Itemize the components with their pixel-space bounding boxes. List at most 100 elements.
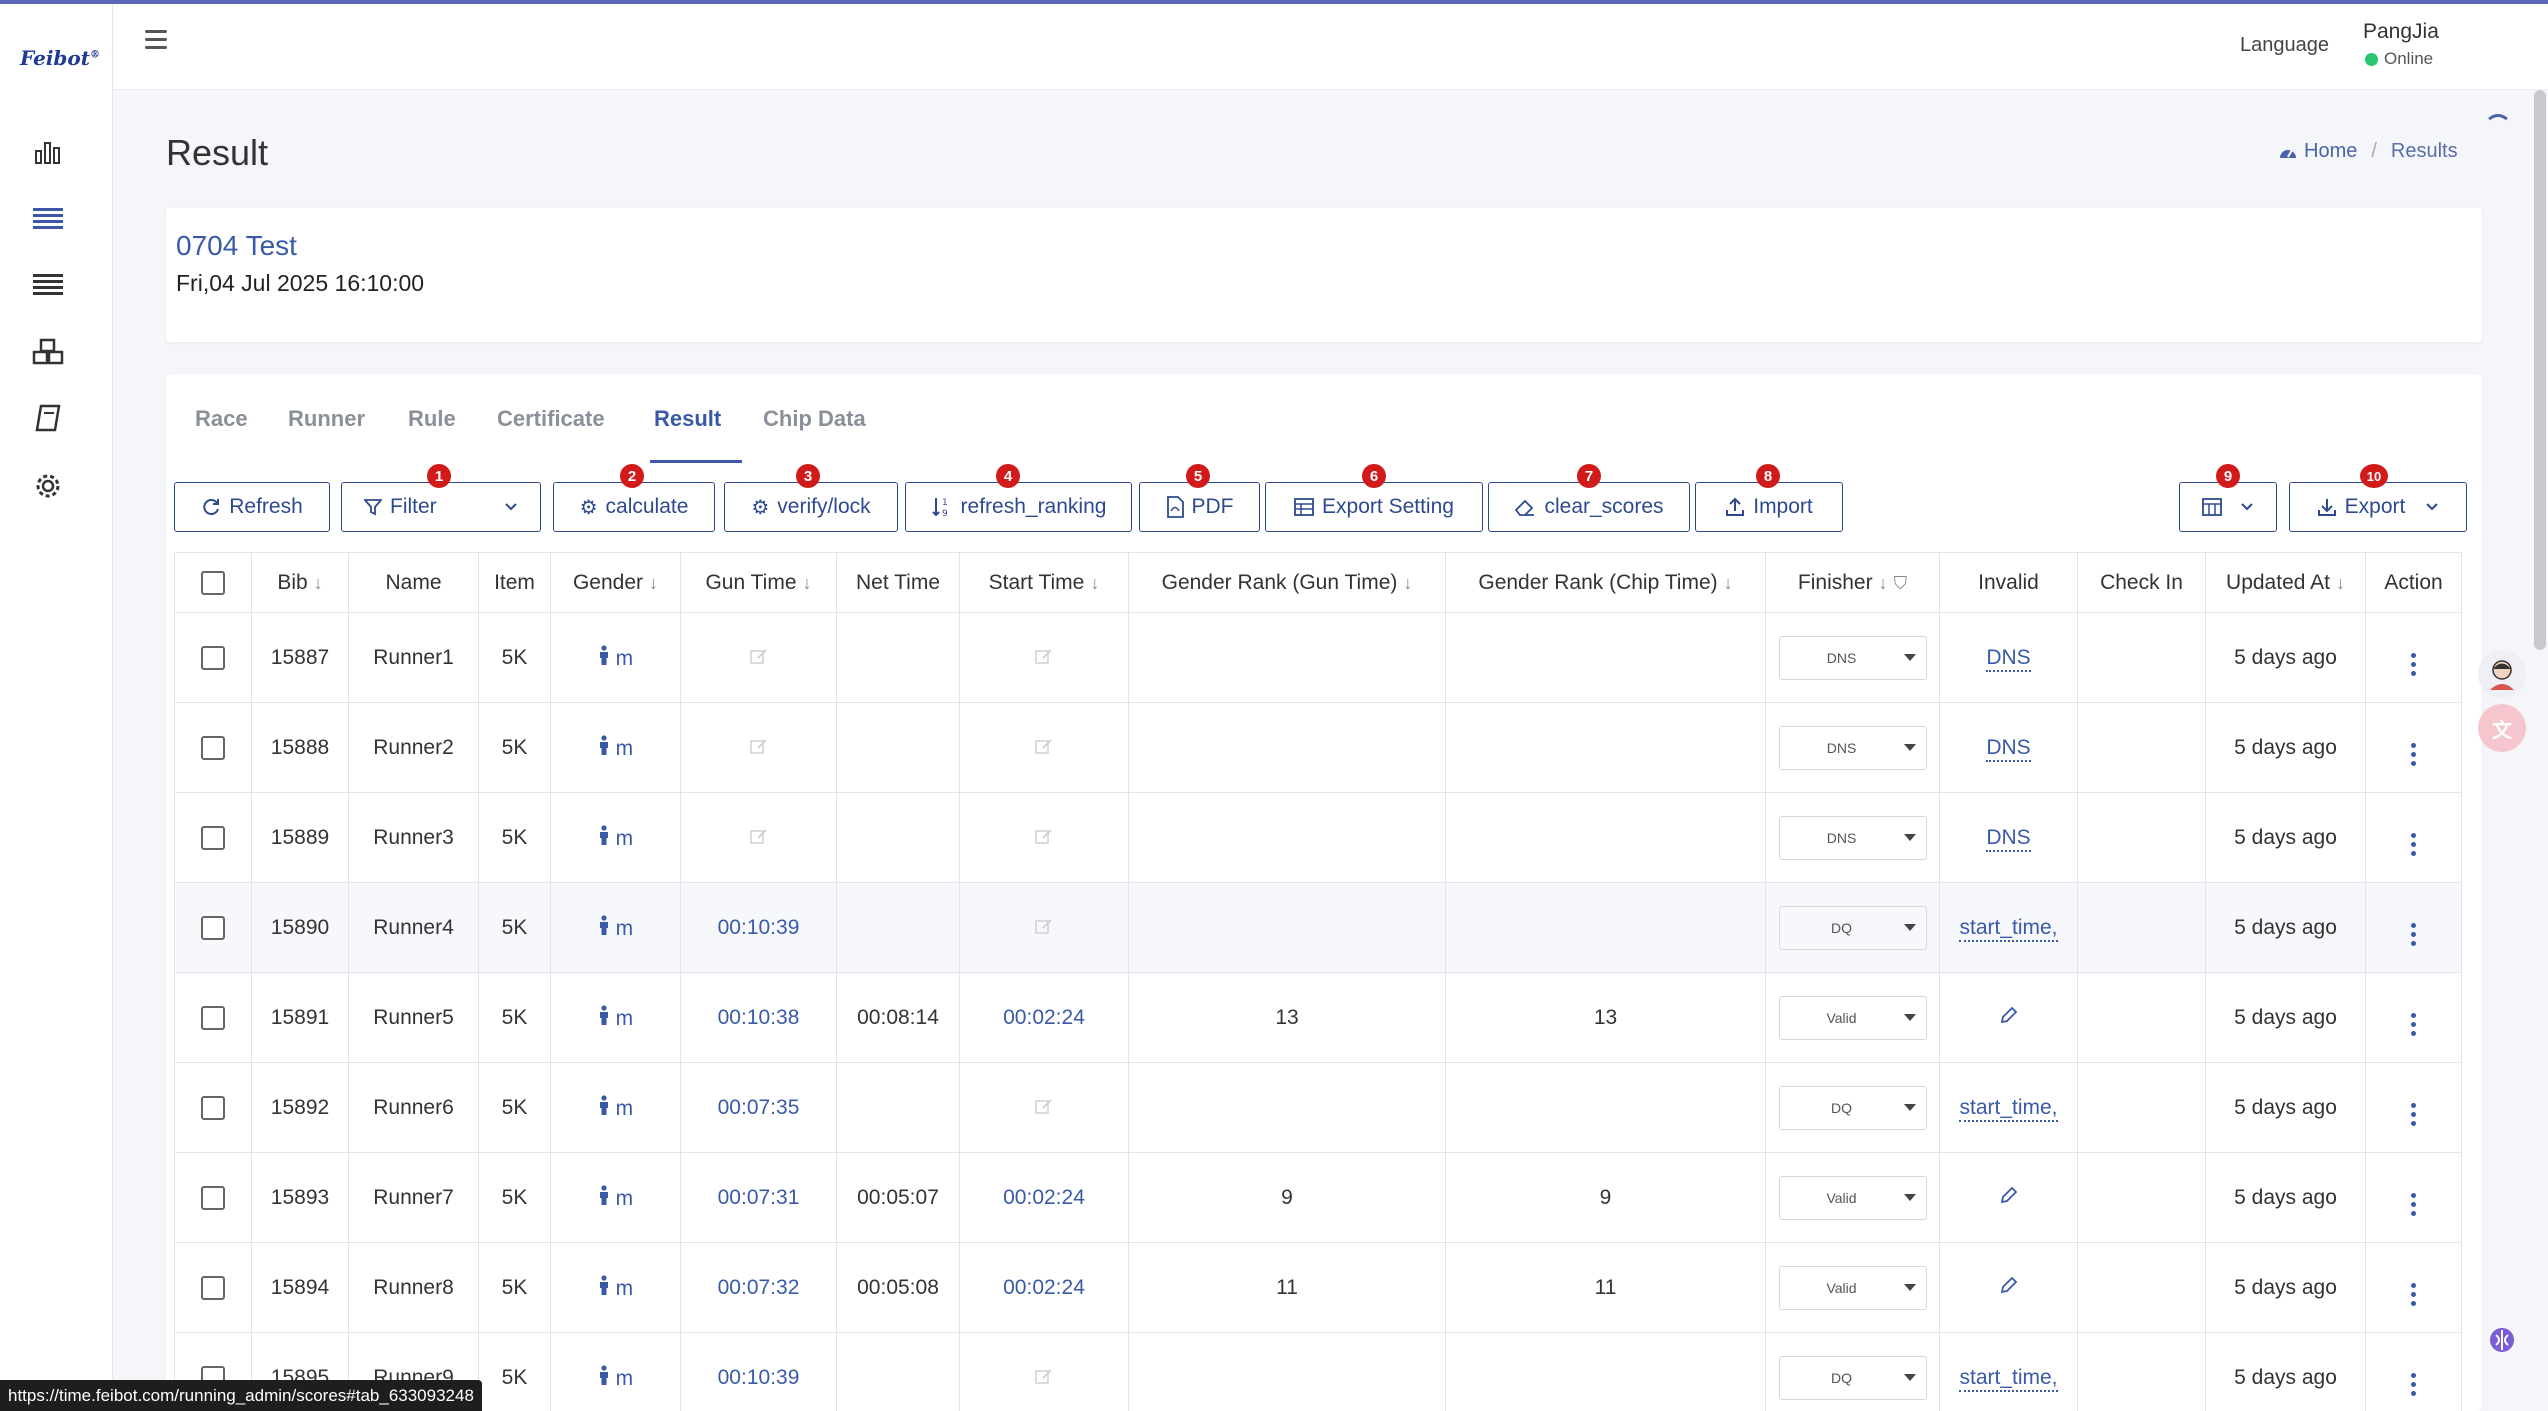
language-menu[interactable]: Language xyxy=(2240,34,2329,57)
row-checkbox[interactable] xyxy=(174,792,252,883)
columns-toggle-button[interactable] xyxy=(2179,482,2277,532)
invalid-link[interactable]: DNS xyxy=(1986,645,2031,672)
edit-icon[interactable] xyxy=(1035,1096,1053,1119)
col-gender-rank-gun[interactable]: Gender Rank (Gun Time) ↓ xyxy=(1128,552,1446,613)
filter-button[interactable]: Filter xyxy=(341,482,541,532)
clear-scores-button[interactable]: clear_scores xyxy=(1488,482,1690,532)
finisher-select[interactable]: Valid xyxy=(1778,1265,1927,1310)
start-time-link[interactable]: 00:02:24 xyxy=(1003,1186,1085,1209)
start-time-link[interactable]: 00:02:24 xyxy=(1003,1276,1085,1299)
edit-icon[interactable] xyxy=(1035,646,1053,669)
page-scrollbar[interactable] xyxy=(2534,90,2546,650)
col-invalid: Invalid xyxy=(1939,552,2078,613)
sidebar-list-icon[interactable] xyxy=(30,200,66,236)
refresh-ranking-button[interactable]: 19 refresh_ranking xyxy=(905,482,1132,532)
event-name[interactable]: 0704 Test xyxy=(176,230,297,262)
finisher-select[interactable]: DQ xyxy=(1778,905,1927,950)
pencil-icon[interactable] xyxy=(1999,1186,2019,1210)
edit-icon[interactable] xyxy=(1035,736,1053,759)
breadcrumb-home[interactable]: Home xyxy=(2278,140,2357,163)
edit-icon[interactable] xyxy=(749,826,768,849)
edit-icon[interactable] xyxy=(1035,1366,1053,1389)
gun-time-link[interactable]: 00:07:31 xyxy=(718,1186,800,1209)
pencil-icon[interactable] xyxy=(1999,1006,2019,1030)
finisher-select[interactable]: Valid xyxy=(1778,995,1927,1040)
select-all-checkbox[interactable] xyxy=(174,552,252,613)
gun-time-link[interactable]: 00:07:32 xyxy=(718,1276,800,1299)
edit-icon[interactable] xyxy=(1035,826,1053,849)
calculate-button[interactable]: ⚙ calculate xyxy=(553,482,715,532)
translate-icon[interactable]: 文 xyxy=(2478,704,2526,752)
col-start-time[interactable]: Start Time ↓ xyxy=(959,552,1129,613)
invalid-link[interactable]: start_time, xyxy=(1959,1365,2058,1392)
more-actions-icon[interactable] xyxy=(2411,1372,2416,1396)
action-cell xyxy=(2365,702,2462,793)
sidebar-chart-icon[interactable] xyxy=(30,134,66,170)
gun-time-link[interactable]: 00:10:39 xyxy=(718,1366,800,1389)
finisher-select[interactable]: DNS xyxy=(1778,725,1927,770)
invalid-link[interactable]: DNS xyxy=(1986,735,2031,762)
table-row: 15888 Runner2 5K m DNS DNS 5 days ago xyxy=(174,702,2462,793)
more-actions-icon[interactable] xyxy=(2411,742,2416,766)
finisher-select[interactable]: DQ xyxy=(1778,1355,1927,1400)
user-name[interactable]: PangJia xyxy=(2363,20,2439,44)
row-checkbox[interactable] xyxy=(174,702,252,793)
gender-rank-gun-cell xyxy=(1128,1062,1446,1153)
col-bib[interactable]: Bib ↓ xyxy=(251,552,349,613)
tab-certificate[interactable]: Certificate xyxy=(497,406,605,432)
sidebar-book-icon[interactable] xyxy=(30,400,66,436)
export-setting-button[interactable]: Export Setting xyxy=(1265,482,1483,532)
finisher-select[interactable]: DQ xyxy=(1778,1085,1927,1130)
col-gender-rank-chip[interactable]: Gender Rank (Chip Time) ↓ xyxy=(1445,552,1766,613)
row-checkbox[interactable] xyxy=(174,882,252,973)
edit-icon[interactable] xyxy=(749,736,768,759)
assistant-avatar-icon[interactable] xyxy=(2478,650,2526,698)
sidebar-table-icon[interactable] xyxy=(30,266,66,302)
gun-time-link[interactable]: 00:07:35 xyxy=(718,1096,800,1119)
col-updated-at[interactable]: Updated At ↓ xyxy=(2205,552,2366,613)
more-actions-icon[interactable] xyxy=(2411,1282,2416,1306)
finisher-select[interactable]: DNS xyxy=(1778,815,1927,860)
finisher-select[interactable]: DNS xyxy=(1778,635,1927,680)
invalid-link[interactable]: start_time, xyxy=(1959,1095,2058,1122)
pdf-button[interactable]: PDF xyxy=(1139,482,1260,532)
col-gender[interactable]: Gender ↓ xyxy=(550,552,681,613)
tab-race[interactable]: Race xyxy=(195,406,248,432)
finisher-select[interactable]: Valid xyxy=(1778,1175,1927,1220)
row-checkbox[interactable] xyxy=(174,1152,252,1243)
row-checkbox[interactable] xyxy=(174,1062,252,1153)
tab-runner[interactable]: Runner xyxy=(288,406,365,432)
start-time-link[interactable]: 00:02:24 xyxy=(1003,1006,1085,1029)
more-actions-icon[interactable] xyxy=(2411,1012,2416,1036)
invalid-link[interactable]: DNS xyxy=(1986,825,2031,852)
edit-icon[interactable] xyxy=(749,646,768,669)
col-gun-time[interactable]: Gun Time ↓ xyxy=(680,552,837,613)
more-actions-icon[interactable] xyxy=(2411,652,2416,676)
more-actions-icon[interactable] xyxy=(2411,1192,2416,1216)
import-button[interactable]: Import xyxy=(1695,482,1843,532)
ai-brain-icon[interactable] xyxy=(2478,1316,2526,1364)
row-checkbox[interactable] xyxy=(174,1242,252,1333)
tab-chip-data[interactable]: Chip Data xyxy=(763,406,866,432)
pencil-icon[interactable] xyxy=(1999,1276,2019,1300)
row-checkbox[interactable] xyxy=(174,612,252,703)
invalid-link[interactable]: start_time, xyxy=(1959,915,2058,942)
more-actions-icon[interactable] xyxy=(2411,922,2416,946)
row-checkbox[interactable] xyxy=(174,972,252,1063)
edit-icon[interactable] xyxy=(1035,916,1053,939)
menu-toggle-icon[interactable] xyxy=(145,30,167,50)
more-actions-icon[interactable] xyxy=(2411,832,2416,856)
export-button[interactable]: Export xyxy=(2289,482,2467,532)
refresh-button[interactable]: Refresh xyxy=(174,482,330,532)
gun-time-link[interactable]: 00:10:39 xyxy=(718,916,800,939)
tab-result[interactable]: Result xyxy=(654,406,721,432)
tab-rule[interactable]: Rule xyxy=(408,406,456,432)
feibot-logo[interactable]: Feibot® xyxy=(20,46,100,70)
verify-lock-button[interactable]: ⚙ verify/lock xyxy=(724,482,898,532)
event-card: 0704 Test Fri,04 Jul 2025 16:10:00 xyxy=(166,208,2482,342)
gun-time-link[interactable]: 00:10:38 xyxy=(718,1006,800,1029)
sidebar-gear-icon[interactable] xyxy=(30,468,66,504)
col-finisher[interactable]: Finisher ↓ ⛉ xyxy=(1765,552,1940,613)
sidebar-cubes-icon[interactable] xyxy=(30,334,66,370)
more-actions-icon[interactable] xyxy=(2411,1102,2416,1126)
